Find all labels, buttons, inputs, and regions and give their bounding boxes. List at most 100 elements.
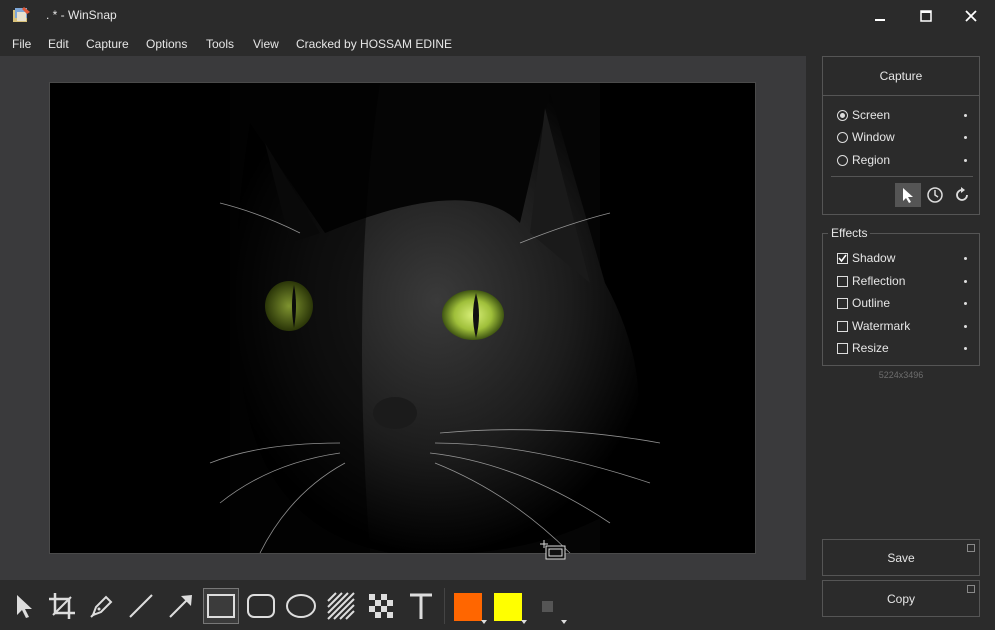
- copy-button[interactable]: Copy: [822, 580, 980, 617]
- menu-bar: File Edit Capture Options Tools View Cra…: [0, 32, 995, 56]
- effect-shadow-label: Shadow: [852, 251, 896, 265]
- pointer-tool[interactable]: [5, 588, 41, 624]
- pen-icon: [90, 595, 113, 618]
- effect-resize-label: Resize: [852, 341, 889, 355]
- refresh-icon: [956, 187, 968, 201]
- effects-group: Shadow Reflection Outline Watermark Resi…: [822, 233, 980, 366]
- maximize-icon: [920, 10, 932, 22]
- line-tool[interactable]: [123, 588, 159, 624]
- title-bar: . * - WinSnap: [0, 0, 995, 32]
- drawing-toolbar: [0, 580, 806, 630]
- effect-outline-options-dot[interactable]: [964, 301, 967, 305]
- checkbox-unchecked-icon: [837, 342, 848, 354]
- cursor-icon: [903, 188, 913, 203]
- radio-unselected-icon: [837, 131, 848, 143]
- radio-unselected-icon: [837, 154, 848, 166]
- effect-resize-options-dot[interactable]: [964, 346, 967, 350]
- maximize-button[interactable]: [903, 0, 949, 32]
- effect-shadow-checkbox[interactable]: Shadow: [837, 250, 967, 266]
- arrow-tool[interactable]: [163, 588, 199, 624]
- mode-window-radio[interactable]: Window: [837, 129, 967, 145]
- divider: [831, 176, 973, 177]
- save-button-label: Save: [887, 550, 915, 565]
- capture-mode-group: Screen Window Region: [822, 96, 980, 215]
- capture-button-label: Capture: [879, 69, 923, 83]
- repeat-capture-button[interactable]: [950, 183, 974, 207]
- timer-icon: [927, 187, 943, 203]
- ellipse-icon: [286, 594, 316, 618]
- cat-photo: [50, 83, 755, 553]
- pen-tool[interactable]: [84, 588, 120, 624]
- effects-title: Effects: [828, 226, 871, 240]
- save-button[interactable]: Save: [822, 539, 980, 576]
- mode-region-options-dot[interactable]: [964, 158, 967, 162]
- hatch-icon: [327, 592, 355, 620]
- menu-file[interactable]: File: [12, 37, 31, 51]
- mode-screen-radio[interactable]: Screen: [837, 107, 967, 123]
- rectangle-tool[interactable]: [203, 588, 239, 624]
- mode-screen-options-dot[interactable]: [964, 113, 967, 117]
- capture-cursor-icon: [540, 540, 566, 560]
- text-tool[interactable]: [403, 588, 439, 624]
- winsnap-logo-icon: [13, 7, 30, 22]
- primary-color-swatch[interactable]: [454, 593, 482, 621]
- menu-edit[interactable]: Edit: [48, 37, 69, 51]
- crop-tool[interactable]: [44, 588, 80, 624]
- chevron-down-icon[interactable]: [561, 620, 567, 624]
- checkbox-unchecked-icon: [837, 297, 848, 309]
- pointer-icon: [17, 595, 32, 618]
- effect-reflection-label: Reflection: [852, 274, 906, 288]
- pixelate-tool[interactable]: [363, 588, 399, 624]
- checkbox-unchecked-icon: [837, 275, 848, 287]
- captured-image[interactable]: [49, 82, 756, 554]
- minimize-icon: [875, 19, 885, 21]
- effect-reflection-checkbox[interactable]: Reflection: [837, 273, 967, 289]
- mode-screen-label: Screen: [852, 108, 891, 122]
- effect-reflection-options-dot[interactable]: [964, 279, 967, 283]
- menu-view[interactable]: View: [253, 37, 279, 51]
- save-options-icon[interactable]: [967, 544, 975, 552]
- pixelate-icon: [369, 594, 393, 618]
- crop-icon: [49, 593, 75, 619]
- rounded-rectangle-tool[interactable]: [243, 588, 279, 624]
- mode-region-label: Region: [852, 153, 891, 167]
- radio-selected-icon: [837, 109, 848, 121]
- hatch-tool[interactable]: [323, 588, 359, 624]
- timer-button[interactable]: [923, 183, 947, 207]
- effect-watermark-options-dot[interactable]: [964, 324, 967, 328]
- effect-shadow-options-dot[interactable]: [964, 256, 967, 260]
- copy-button-label: Copy: [886, 591, 915, 606]
- rounded-rectangle-icon: [247, 594, 275, 618]
- mode-region-radio[interactable]: Region: [837, 152, 967, 168]
- arrow-icon: [169, 595, 192, 618]
- chevron-down-icon[interactable]: [481, 620, 487, 624]
- close-button[interactable]: [948, 0, 994, 32]
- window-title: . * - WinSnap: [46, 8, 117, 22]
- image-size-label: 5224x3496: [878, 370, 924, 380]
- effect-watermark-label: Watermark: [852, 319, 911, 333]
- secondary-color-swatch[interactable]: [494, 593, 522, 621]
- menu-capture[interactable]: Capture: [86, 37, 129, 51]
- effect-outline-label: Outline: [852, 296, 891, 310]
- rectangle-icon: [207, 594, 235, 618]
- line-icon: [129, 594, 153, 618]
- ellipse-tool[interactable]: [283, 588, 319, 624]
- menu-cracked[interactable]: Cracked by HOSSAM EDINE: [296, 37, 452, 51]
- menu-options[interactable]: Options: [146, 37, 187, 51]
- copy-options-icon[interactable]: [967, 585, 975, 593]
- checkbox-unchecked-icon: [837, 320, 848, 332]
- close-icon: [965, 10, 977, 22]
- effect-outline-checkbox[interactable]: Outline: [837, 295, 967, 311]
- capture-button[interactable]: Capture: [822, 56, 980, 96]
- mode-window-options-dot[interactable]: [964, 135, 967, 139]
- effect-resize-checkbox[interactable]: Resize: [837, 340, 967, 356]
- chevron-down-icon[interactable]: [521, 620, 527, 624]
- toolbar-divider: [444, 588, 445, 624]
- pointer-mode-button[interactable]: [895, 183, 921, 207]
- line-width-swatch[interactable]: [542, 601, 553, 612]
- checkbox-checked-icon: [837, 252, 848, 264]
- mode-window-label: Window: [852, 130, 895, 144]
- menu-tools[interactable]: Tools: [206, 37, 234, 51]
- minimize-button[interactable]: [857, 0, 903, 32]
- effect-watermark-checkbox[interactable]: Watermark: [837, 318, 967, 334]
